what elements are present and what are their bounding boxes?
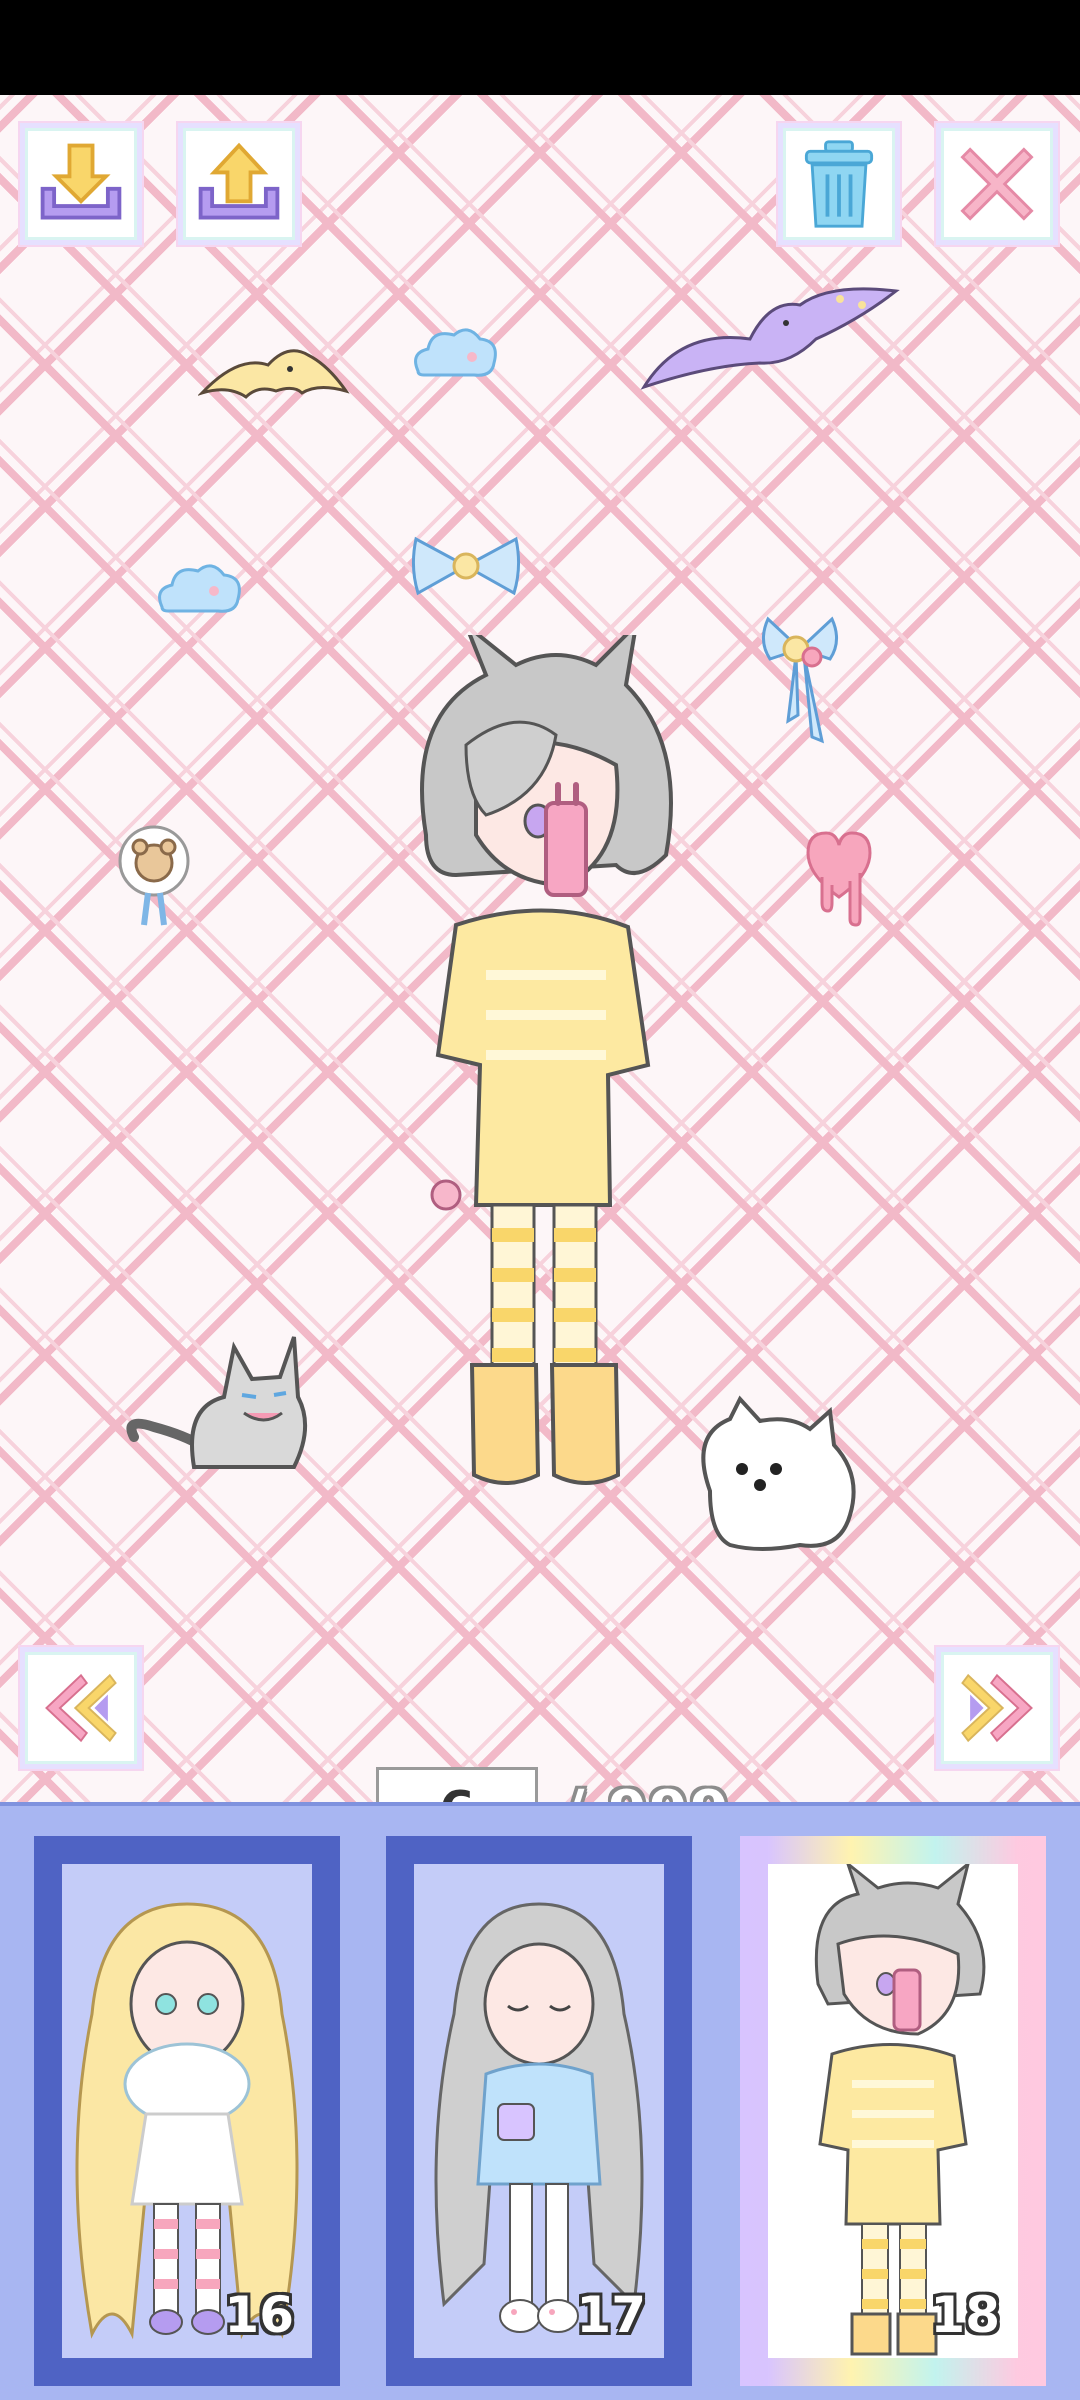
slot-number: 18 xyxy=(930,2286,1000,2344)
character-tray: 16 17 18 xyxy=(0,1802,1080,2400)
status-bar xyxy=(0,0,1080,95)
page-number-input[interactable]: 6 xyxy=(376,1767,538,1802)
page-indicator: 6 / 999 xyxy=(376,1767,731,1802)
next-page-button[interactable] xyxy=(936,1647,1058,1769)
character-thumbnail xyxy=(75,1902,299,2340)
double-chevron-left-icon xyxy=(45,1673,117,1743)
slot-number: 16 xyxy=(224,2286,294,2344)
melting-heart-sticker[interactable] xyxy=(804,827,874,927)
page-total-label: / 999 xyxy=(564,1779,731,1803)
character-slot-16[interactable]: 16 xyxy=(34,1836,340,2386)
yellow-bat-sticker[interactable] xyxy=(198,335,350,415)
character-thumbnail xyxy=(814,1864,986,2356)
trash-can-icon xyxy=(804,140,874,228)
ribbon-charm-sticker[interactable] xyxy=(758,611,842,751)
character-thumbnail xyxy=(434,1902,644,2333)
cloud-sticker-left[interactable] xyxy=(152,559,244,619)
slot-number: 17 xyxy=(576,2286,646,2344)
double-chevron-right-icon xyxy=(961,1673,1033,1743)
character-slot-18[interactable]: 18 xyxy=(740,1836,1046,2386)
dressup-stage[interactable]: 6 / 999 xyxy=(0,95,1080,1802)
main-character-cat-ear-boy[interactable] xyxy=(396,635,696,1495)
close-button[interactable] xyxy=(936,123,1058,245)
upload-tray-icon xyxy=(198,142,280,220)
delete-button[interactable] xyxy=(778,123,900,245)
gray-cat-pet[interactable] xyxy=(124,1317,314,1477)
blue-bow-sticker[interactable] xyxy=(410,531,522,601)
purple-pterodactyl-sticker[interactable] xyxy=(640,269,900,399)
load-button[interactable] xyxy=(178,123,300,245)
save-button[interactable] xyxy=(20,123,142,245)
bear-badge-sticker[interactable] xyxy=(112,821,196,931)
download-tray-icon xyxy=(40,143,122,220)
white-pomeranian-pet[interactable] xyxy=(690,1395,862,1555)
character-slot-17[interactable]: 17 xyxy=(386,1836,692,2386)
cloud-sticker-top[interactable] xyxy=(408,323,500,383)
prev-page-button[interactable] xyxy=(20,1647,142,1769)
close-x-icon xyxy=(960,147,1034,221)
